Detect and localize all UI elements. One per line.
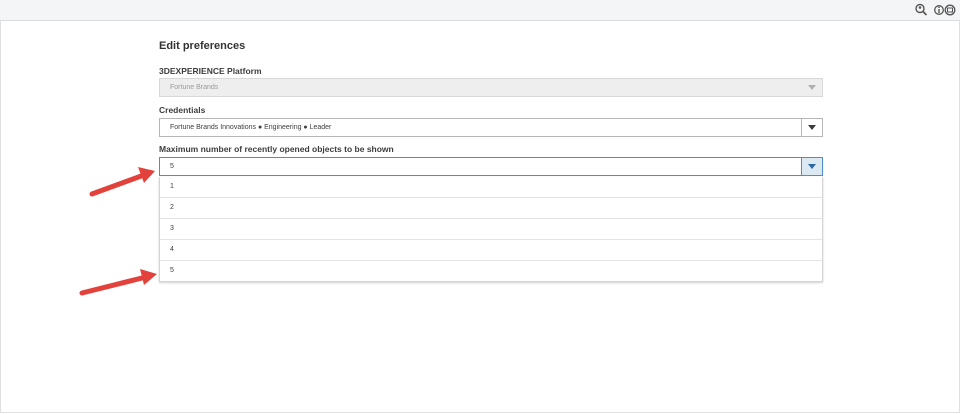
dropdown-option[interactable]: 3 (160, 218, 822, 239)
dropdown-option[interactable]: 4 (160, 239, 822, 260)
dropdown-option[interactable]: 2 (160, 197, 822, 218)
annotation-arrow-icon (89, 167, 155, 197)
dropdown-option[interactable]: 1 (160, 177, 822, 197)
chevron-down-icon[interactable] (801, 158, 822, 175)
chevron-down-icon[interactable] (801, 119, 822, 136)
max-recent-label: Maximum number of recently opened object… (159, 144, 394, 154)
annotation-arrow-icon (79, 269, 157, 296)
credentials-select[interactable]: Fortune Brands Innovations ● Engineering… (159, 118, 823, 137)
credentials-label: Credentials (159, 105, 206, 115)
max-recent-value: 5 (170, 163, 174, 170)
platform-value: Fortune Brands (170, 84, 219, 91)
max-recent-select[interactable]: 5 (159, 157, 823, 176)
search-user-icon[interactable] (914, 3, 928, 17)
page-title: Edit preferences (159, 40, 246, 52)
max-recent-dropdown: 1 2 3 4 5 (159, 177, 823, 282)
info-icon[interactable] (934, 3, 944, 17)
platform-label: 3DEXPERIENCE Platform (159, 66, 262, 76)
compass-icon[interactable] (944, 3, 956, 17)
dropdown-option[interactable]: 5 (160, 260, 822, 281)
chevron-down-icon (802, 79, 822, 96)
top-bar (0, 0, 960, 21)
platform-select: Fortune Brands (159, 78, 823, 97)
credentials-value: Fortune Brands Innovations ● Engineering… (170, 124, 332, 131)
